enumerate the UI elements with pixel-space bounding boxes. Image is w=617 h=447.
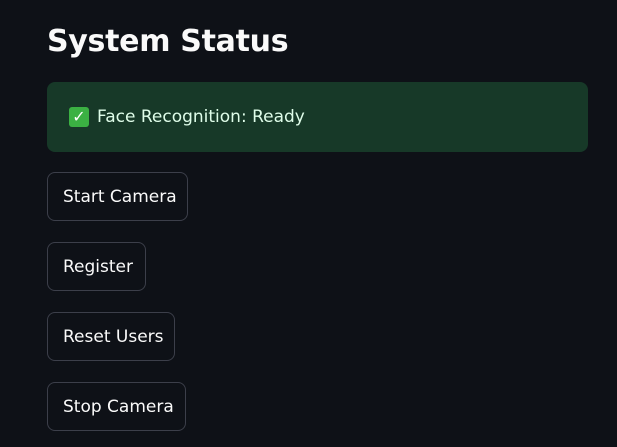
reset-users-button[interactable]: Reset Users (47, 312, 175, 361)
start-camera-button[interactable]: Start Camera (47, 172, 188, 221)
check-icon: ✓ (69, 107, 89, 127)
system-status-panel: System Status ✓ Face Recognition: Ready … (0, 0, 617, 447)
register-button[interactable]: Register (47, 242, 146, 291)
status-text: Face Recognition: Ready (97, 107, 305, 127)
page-title: System Status (47, 24, 289, 59)
stop-camera-button[interactable]: Stop Camera (47, 382, 186, 431)
status-message: ✓ Face Recognition: Ready (47, 82, 588, 152)
